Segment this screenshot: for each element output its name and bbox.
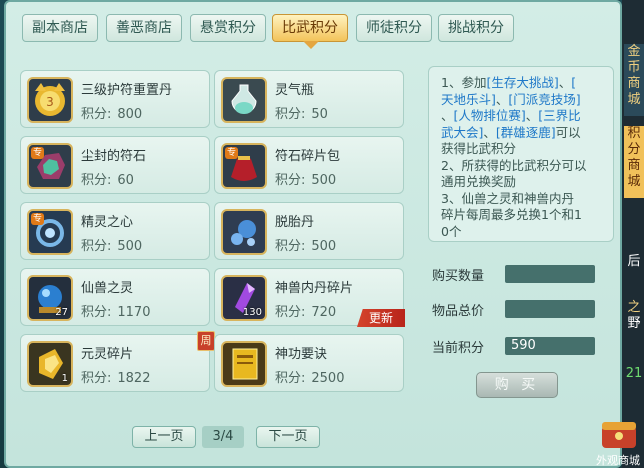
rune-stone-icon: 专 [27,143,73,189]
shop-item[interactable]: 1 元灵碎片 积分: 1822 周 [20,331,215,392]
item-quantity: 130 [242,307,262,318]
crystal-shard-icon: 130 [221,275,267,321]
current-points-value: 590 [505,337,595,355]
item-price: 积分: 500 [81,239,143,254]
total-price-label: 物品总价 [432,304,485,319]
shop-item[interactable]: 灵气瓶 积分: 50 [214,70,404,128]
svg-text:3: 3 [46,95,54,109]
prev-page-button[interactable]: 上一页 [132,426,196,448]
side-text: 之 [627,300,641,315]
weekly-limit-badge: 周 [197,331,215,351]
tab-challenge-points[interactable]: 挑战积分 [438,14,514,42]
tab-karma-shop[interactable]: 善恶商店 [106,14,182,42]
new-badge: 更新 [357,309,405,327]
quantity-label: 购买数量 [432,269,485,284]
tab-dungeon-shop[interactable]: 副本商店 [22,14,98,42]
spirit-bottle-icon [221,77,267,123]
shop-item[interactable]: 27 仙兽之灵 积分: 1170 [20,268,210,326]
shop-item[interactable]: 专 符石碎片包 积分: 500 [214,136,404,194]
item-price: 积分: 800 [81,107,143,122]
item-price: 积分: 60 [81,173,134,188]
item-name: 三级护符重置丹 [81,83,173,98]
treasure-chest-icon [602,422,636,448]
side-text: 21 [625,366,643,381]
spirit-heart-icon: 专 [27,209,73,255]
buy-button[interactable]: 购 买 [476,372,558,398]
item-name: 符石碎片包 [275,149,341,164]
item-price: 积分: 1822 [81,371,151,386]
item-name: 尘封的符石 [81,149,147,164]
shop-item[interactable]: 3 三级护符重置丹 积分: 800 [20,70,210,128]
tab-pvp-points[interactable]: 比武积分 [272,14,348,49]
shop-item[interactable]: 脱胎丹 积分: 500 [214,202,404,260]
shop-item[interactable]: 专 尘封的符石 积分: 60 [20,136,210,194]
shop-item[interactable]: 专 精灵之心 积分: 500 [20,202,210,260]
page-indicator: 3/4 [202,426,244,448]
points-mall-tab[interactable]: 积分商城 [624,126,644,198]
current-points-label: 当前积分 [432,341,485,356]
item-name: 仙兽之灵 [81,281,134,296]
item-name: 神兽内丹碎片 [275,281,354,296]
item-price: 积分: 500 [275,173,337,188]
fragment-bag-icon: 专 [221,143,267,189]
total-price-field [505,300,595,318]
next-page-button[interactable]: 下一页 [256,426,320,448]
item-price: 积分: 2500 [275,371,345,386]
shop-item[interactable]: 神功要诀 积分: 2500 [214,334,404,392]
tab-bounty-points[interactable]: 悬赏积分 [190,14,266,42]
side-text: 野 [627,316,641,331]
item-name: 脱胎丹 [275,215,315,230]
exclusive-tag: 专 [31,213,45,225]
side-text: 后 [627,254,641,269]
item-name: 精灵之心 [81,215,134,230]
tab-pvp-points-label: 比武积分 [282,20,338,36]
beast-orb-icon: 27 [27,275,73,321]
item-price: 积分: 720 [275,305,337,320]
item-price: 积分: 1170 [81,305,151,320]
appearance-mall-label: 外观商城 [596,454,640,467]
item-quantity: 1 [61,373,68,384]
shop-item[interactable]: 130 神兽内丹碎片 积分: 720 更新 [214,268,405,327]
item-quantity: 27 [55,307,68,318]
tab-mentor-points[interactable]: 师徒积分 [356,14,432,42]
exclusive-tag: 专 [31,147,45,159]
points-rules-text: 1、参加[生存大挑战]、[ 天地乐斗]、[门派竞技场] 、[人物排位赛]、[三界… [428,66,614,242]
gold-mall-tab[interactable]: 金币商城 [624,44,644,116]
item-name: 神功要诀 [275,347,328,362]
yuanling-shard-icon: 1 [27,341,73,387]
active-tab-arrow [303,41,319,49]
exclusive-tag: 专 [225,147,239,159]
medal-icon: 3 [27,77,73,123]
rebirth-pill-icon [221,209,267,255]
item-name: 元灵碎片 [81,347,134,362]
appearance-mall-button[interactable]: 外观商城 [596,412,642,468]
item-name: 灵气瓶 [275,83,315,98]
item-price: 积分: 500 [275,239,337,254]
quantity-input[interactable] [505,265,595,283]
skill-book-icon [221,341,267,387]
item-price: 积分: 50 [275,107,328,122]
